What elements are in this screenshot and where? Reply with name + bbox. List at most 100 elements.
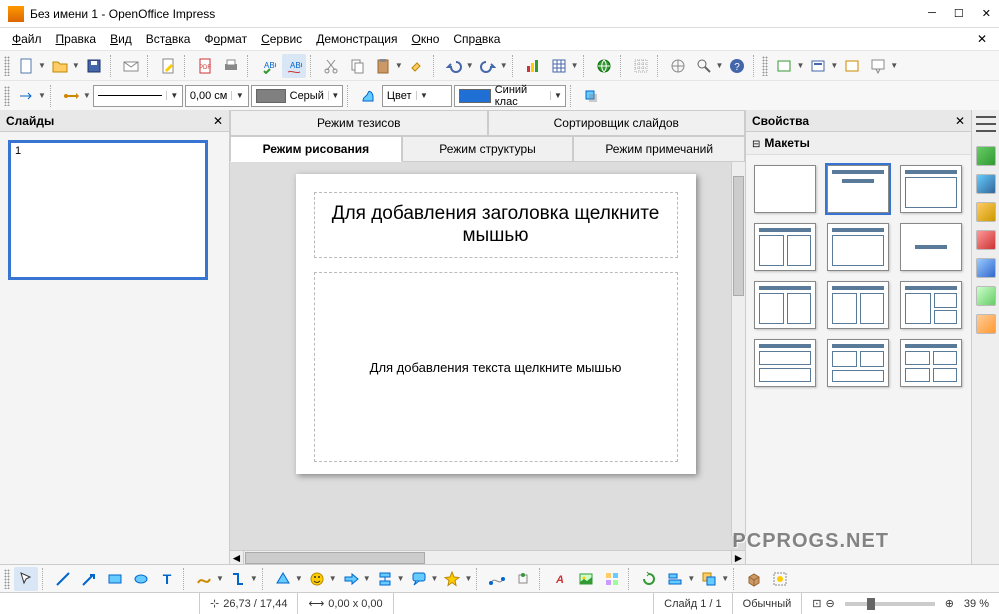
layout-8[interactable]: [827, 281, 889, 329]
minimize-button[interactable]: ─: [928, 7, 936, 20]
close-doc-button[interactable]: ✕: [971, 30, 993, 48]
spellcheck-button[interactable]: ABC: [256, 54, 280, 78]
collapse-icon[interactable]: [752, 136, 760, 150]
layout-7[interactable]: [754, 281, 816, 329]
save-button[interactable]: [82, 54, 106, 78]
sidebar-animation-icon[interactable]: [976, 202, 996, 222]
slide-page[interactable]: Для добавления заголовка щелкните мышью …: [296, 174, 696, 474]
layout-title-content[interactable]: [827, 165, 889, 213]
stars-tool[interactable]: [440, 567, 464, 591]
align-tool[interactable]: [663, 567, 687, 591]
sidebar-properties-icon[interactable]: [976, 146, 996, 166]
copy-button[interactable]: [345, 54, 369, 78]
tab-thesis[interactable]: Режим тезисов: [230, 110, 488, 136]
table-dropdown[interactable]: ▼: [571, 61, 579, 70]
layouts-section-header[interactable]: Макеты: [746, 132, 971, 155]
sidebar-menu-icon[interactable]: [976, 116, 996, 132]
zoom-in-icon[interactable]: ⊕: [945, 597, 954, 610]
menu-edit[interactable]: Правка: [50, 30, 103, 48]
help-button[interactable]: ?: [725, 54, 749, 78]
line-color-combo[interactable]: Серый▼: [251, 85, 343, 107]
layout-12[interactable]: [900, 339, 962, 387]
tab-outline[interactable]: Режим структуры: [402, 136, 574, 162]
zoom-dropdown[interactable]: ▼: [716, 61, 724, 70]
zoom-value[interactable]: 39 %: [964, 598, 989, 610]
menu-file[interactable]: Файл: [6, 30, 48, 48]
menu-slideshow[interactable]: Демонстрация: [310, 30, 403, 48]
table-button[interactable]: [547, 54, 571, 78]
sidebar-gallery-icon[interactable]: [976, 286, 996, 306]
new-button[interactable]: [14, 54, 38, 78]
gallery-tool[interactable]: [600, 567, 624, 591]
from-file-tool[interactable]: [574, 567, 598, 591]
line-style-combo[interactable]: ▼: [93, 85, 183, 107]
status-mode[interactable]: Обычный: [733, 593, 803, 614]
menu-tools[interactable]: Сервис: [255, 30, 308, 48]
fill-style-combo[interactable]: Цвет▼: [382, 85, 452, 107]
menu-help[interactable]: Справка: [447, 30, 506, 48]
line-endings-button[interactable]: [59, 84, 83, 108]
menu-insert[interactable]: Вставка: [140, 30, 197, 48]
sidebar-styles-icon[interactable]: [976, 258, 996, 278]
chart-button[interactable]: [521, 54, 545, 78]
auto-spellcheck-button[interactable]: ABC: [282, 54, 306, 78]
open-button[interactable]: [48, 54, 72, 78]
line-width-combo[interactable]: 0,00 см▼: [185, 85, 249, 107]
curve-tool[interactable]: [192, 567, 216, 591]
format-paintbrush-button[interactable]: [405, 54, 429, 78]
text-tool[interactable]: T: [155, 567, 179, 591]
new-dropdown[interactable]: ▼: [38, 61, 46, 70]
rectangle-tool[interactable]: [103, 567, 127, 591]
sidebar-master-icon[interactable]: [976, 174, 996, 194]
tab-sorter[interactable]: Сортировщик слайдов: [488, 110, 746, 136]
cut-button[interactable]: [319, 54, 343, 78]
properties-close-icon[interactable]: ✕: [955, 114, 965, 128]
export-pdf-button[interactable]: PDF: [193, 54, 217, 78]
paste-button[interactable]: [371, 54, 395, 78]
toolbar-handle-3[interactable]: [4, 86, 10, 106]
select-tool[interactable]: [14, 567, 38, 591]
navigator-button[interactable]: [666, 54, 690, 78]
flowchart-tool[interactable]: [373, 567, 397, 591]
slide-button[interactable]: [772, 54, 796, 78]
fill-color-combo[interactable]: Синий клас▼: [454, 85, 566, 107]
fontwork-tool[interactable]: A: [548, 567, 572, 591]
layout-11[interactable]: [827, 339, 889, 387]
layout-title-2content[interactable]: [900, 165, 962, 213]
hyperlink-button[interactable]: [592, 54, 616, 78]
points-tool[interactable]: [485, 567, 509, 591]
shadow-button[interactable]: [579, 84, 603, 108]
slide-layout-button[interactable]: [840, 54, 864, 78]
menu-format[interactable]: Формат: [198, 30, 253, 48]
extrusion-tool[interactable]: [742, 567, 766, 591]
layout-10[interactable]: [754, 339, 816, 387]
toolbar-handle[interactable]: [4, 56, 10, 76]
gluepoints-tool[interactable]: [511, 567, 535, 591]
email-button[interactable]: [119, 54, 143, 78]
block-arrows-tool[interactable]: [339, 567, 363, 591]
slide-thumbnail[interactable]: 1: [8, 140, 208, 280]
arrange-tool[interactable]: [697, 567, 721, 591]
menu-window[interactable]: Окно: [405, 30, 445, 48]
slide-design-button[interactable]: [806, 54, 830, 78]
grid-button[interactable]: [629, 54, 653, 78]
content-placeholder[interactable]: Для добавления текста щелкните мышью: [314, 272, 678, 462]
callout-tool[interactable]: [407, 567, 431, 591]
connector-tool[interactable]: [226, 567, 250, 591]
print-button[interactable]: [219, 54, 243, 78]
basic-shapes-tool[interactable]: [271, 567, 295, 591]
maximize-button[interactable]: ☐: [954, 7, 964, 20]
slides-panel-close-icon[interactable]: ✕: [213, 114, 223, 128]
layout-blank[interactable]: [754, 165, 816, 213]
symbol-shapes-tool[interactable]: [305, 567, 329, 591]
toolbar-handle-4[interactable]: [4, 569, 10, 589]
line-tool[interactable]: [51, 567, 75, 591]
sidebar-transition-icon[interactable]: [976, 230, 996, 250]
undo-dropdown[interactable]: ▼: [466, 61, 474, 70]
undo-button[interactable]: [442, 54, 466, 78]
toolbar-handle-2[interactable]: [762, 56, 768, 76]
arrow-tool[interactable]: [77, 567, 101, 591]
title-placeholder[interactable]: Для добавления заголовка щелкните мышью: [314, 192, 678, 258]
zoom-button[interactable]: [692, 54, 716, 78]
open-dropdown[interactable]: ▼: [72, 61, 80, 70]
